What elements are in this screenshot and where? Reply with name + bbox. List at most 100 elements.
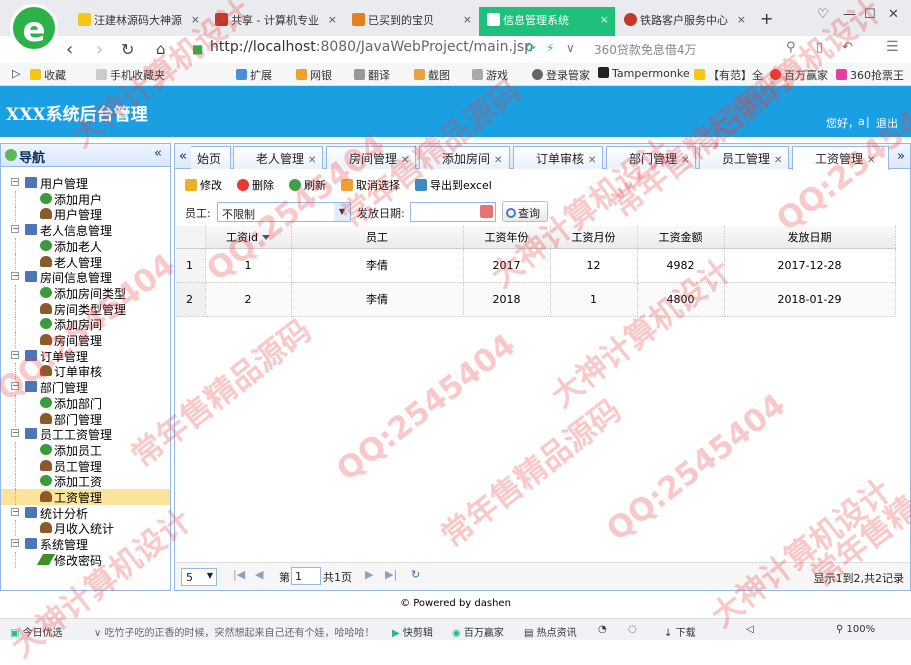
tree-group[interactable]: − 老人信息管理 — [1, 222, 170, 238]
sound-icon[interactable]: ◌ — [628, 624, 637, 635]
cancel-select-button[interactable]: 取消选择 — [341, 177, 400, 193]
tree-item[interactable]: 添加老人 — [1, 238, 170, 254]
tree-group[interactable]: − 系统管理 — [1, 536, 170, 552]
last-page-icon[interactable]: ▶| — [385, 568, 397, 581]
tab-add-room[interactable]: 添加房间 ✕ — [419, 146, 510, 169]
browser-tab-1[interactable]: 汪建林源码大神源 × — [70, 7, 206, 36]
bookmark-ticket[interactable]: 360抢票王 — [836, 67, 904, 83]
table-row[interactable]: 1 1 李倩 2017 12 4982 2017-12-28 — [176, 248, 896, 283]
export-excel-button[interactable]: 导出到excel — [415, 177, 492, 193]
close-icon[interactable]: × — [328, 13, 337, 26]
browser-tab-3[interactable]: 已买到的宝贝 × — [344, 7, 478, 36]
close-icon[interactable]: ✕ — [588, 155, 596, 166]
tree-item[interactable]: 用户管理 — [1, 206, 170, 222]
tab-employee-manage[interactable]: 员工管理 ✕ — [699, 146, 789, 169]
page-size-select[interactable]: 5 ▼ — [181, 568, 217, 586]
phone-icon[interactable]: ▯ — [816, 40, 823, 55]
hot-news[interactable]: ▤ 热点资讯 — [524, 624, 577, 639]
bookmark-youfan[interactable]: 【有范】全 — [694, 67, 763, 83]
url-field[interactable]: http://localhost:8080/JavaWebProject/mai… — [210, 39, 580, 59]
close-icon[interactable]: × — [191, 13, 200, 26]
browser-tab-2[interactable]: 共享 - 计算机专业 × — [207, 7, 343, 36]
collapse-toggle-icon[interactable]: − — [11, 225, 19, 233]
tree-group[interactable]: − 订单管理 — [1, 348, 170, 364]
tree-item[interactable]: 房间管理 — [1, 332, 170, 348]
col-salary-id[interactable]: 工资id — [205, 226, 292, 249]
tree-item[interactable]: 订单审核 — [1, 363, 170, 379]
tree-item[interactable]: 部门管理 — [1, 411, 170, 427]
maximize-icon[interactable]: ☐ — [864, 7, 876, 22]
collapse-icon[interactable]: « — [154, 146, 162, 161]
tree-item[interactable]: 添加用户 — [1, 191, 170, 207]
next-page-icon[interactable]: ▶ — [365, 568, 373, 581]
reload-icon[interactable]: ↻ — [121, 40, 134, 59]
close-icon[interactable]: × — [463, 13, 472, 26]
bookmark-millionaire[interactable]: 百万赢家 — [770, 67, 828, 83]
dropdown-icon[interactable]: ∨ — [566, 41, 575, 55]
collapse-toggle-icon[interactable]: − — [11, 539, 19, 547]
collapse-toggle-icon[interactable]: − — [11, 382, 19, 390]
prev-page-icon[interactable]: ◀ — [255, 568, 263, 581]
tree-item[interactable]: 添加房间类型 — [1, 285, 170, 301]
reload-icon[interactable]: ↻ — [411, 568, 420, 581]
col-month[interactable]: 工资月份 — [550, 226, 638, 249]
tree-group[interactable]: − 部门管理 — [1, 379, 170, 395]
close-icon[interactable]: ✕ — [774, 155, 782, 166]
tab-room-manage[interactable]: 房间管理 ✕ — [326, 146, 416, 169]
tabs-scroll-right-icon[interactable]: » — [894, 146, 908, 168]
back-icon[interactable]: ‹ — [66, 39, 73, 60]
tree-item[interactable]: 月收入统计 — [1, 520, 170, 536]
refresh-button[interactable]: 刷新 — [289, 177, 326, 193]
forward-icon[interactable]: › — [96, 39, 103, 60]
bookmark-tampermonkey[interactable]: Tampermonke — [598, 67, 690, 80]
tree-group[interactable]: − 房间信息管理 — [1, 269, 170, 285]
search-hint[interactable]: 360贷款免息借4万 — [594, 41, 697, 58]
chevron-down-icon[interactable]: ▼ — [334, 203, 350, 221]
tab-salary-manage[interactable]: 工资管理 ✕ — [792, 146, 889, 170]
tree-item[interactable]: 工资管理 — [1, 489, 170, 505]
tree-item[interactable]: 添加部门 — [1, 395, 170, 411]
tab-home[interactable]: 始页 — [191, 146, 231, 169]
tree-group[interactable]: − 用户管理 — [1, 175, 170, 191]
menu-icon[interactable]: ☰ — [886, 39, 899, 55]
downloads[interactable]: ↓ 下载 — [664, 624, 696, 639]
news-ticker[interactable]: ∨ 吃竹子吃的正香的时候，突然想起来自己还有个娃，哈哈哈！ — [94, 624, 375, 639]
tree-item[interactable]: 添加员工 — [1, 442, 170, 458]
tab-order-review[interactable]: 订单审核 ✕ — [513, 146, 603, 169]
refresh-green-icon[interactable]: ⟳ — [526, 41, 536, 55]
quick-clip[interactable]: ▶ 快剪辑 — [392, 624, 433, 639]
lightning-icon[interactable]: ⚡ — [546, 41, 554, 55]
close-icon[interactable]: × — [600, 13, 609, 26]
browser-tab-active[interactable]: 信息管理系统 × — [479, 7, 615, 36]
bookmark-games[interactable]: 游戏 — [472, 67, 508, 83]
undo-icon[interactable]: ↶ — [842, 40, 853, 55]
table-row[interactable]: 2 2 李倩 2018 1 4800 2018-01-29 — [176, 282, 896, 317]
close-icon[interactable]: ✕ — [867, 155, 875, 166]
status-millionaire[interactable]: ◉ 百万赢家 — [452, 624, 504, 639]
tree-group[interactable]: − 员工工资管理 — [1, 426, 170, 442]
bookmark-translate[interactable]: 翻译 — [354, 67, 390, 83]
tree-item[interactable]: 添加房间 — [1, 316, 170, 332]
col-pay-date[interactable]: 发放日期 — [724, 226, 896, 249]
close-icon[interactable]: ✕ — [308, 155, 316, 166]
bookmark-bank[interactable]: 网银 — [296, 67, 332, 83]
tree-item[interactable]: 修改密码 — [1, 552, 170, 568]
tabs-scroll-left-icon[interactable]: « — [176, 146, 190, 168]
close-icon[interactable]: ✕ — [494, 155, 502, 166]
query-button[interactable]: 查询 — [502, 201, 548, 222]
bookmark-screenshot[interactable]: 截图 — [414, 67, 450, 83]
today-pick[interactable]: ▣ 今日优选 — [10, 624, 63, 639]
tree-item[interactable]: 添加工资 — [1, 473, 170, 489]
close-icon[interactable]: × — [737, 13, 746, 26]
employee-select[interactable]: 不限制 ▼ — [217, 202, 351, 222]
tree-item[interactable]: 房间类型管理 — [1, 301, 170, 317]
bookmark-toggle-icon[interactable]: ▷ — [12, 67, 20, 80]
delete-button[interactable]: 删除 — [237, 177, 274, 193]
minimize-icon[interactable]: — — [843, 7, 856, 22]
browser-tab-5[interactable]: 铁路客户服务中心 × — [616, 7, 752, 36]
close-icon[interactable]: ✕ — [401, 155, 409, 166]
first-page-icon[interactable]: |◀ — [233, 568, 245, 581]
tab-elder-manage[interactable]: 老人管理 ✕ — [233, 146, 323, 169]
bookmark-mobile[interactable]: 手机收藏夹 — [96, 67, 165, 83]
bookmark-favorites[interactable]: 收藏 — [30, 67, 66, 83]
